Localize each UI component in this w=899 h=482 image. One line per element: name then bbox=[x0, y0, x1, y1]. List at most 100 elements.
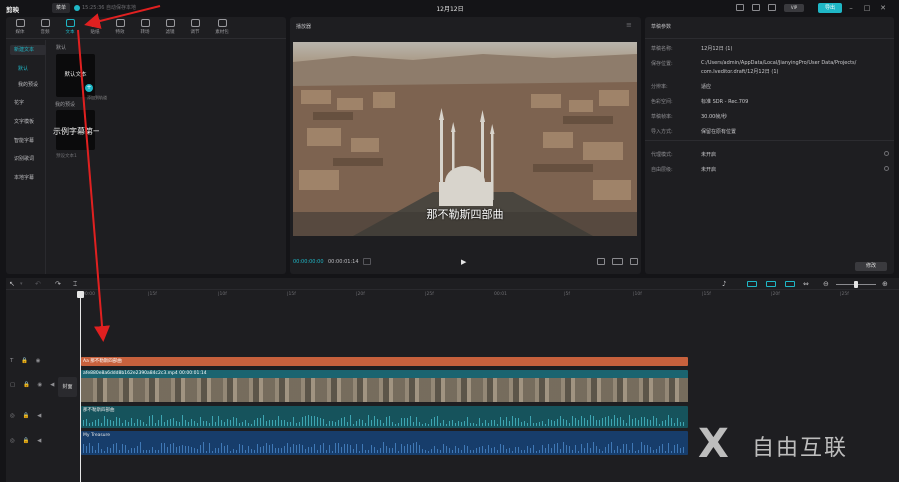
link-audio-icon[interactable] bbox=[785, 281, 795, 287]
zoom-out-icon[interactable]: ⊖ bbox=[823, 280, 829, 288]
close-icon[interactable]: ✕ bbox=[878, 3, 888, 13]
waveform-bar bbox=[497, 423, 498, 426]
waveform-bar bbox=[584, 448, 585, 453]
waveform-bar bbox=[632, 419, 633, 426]
waveform-bar bbox=[203, 442, 204, 453]
waveform-bar bbox=[464, 421, 465, 426]
help-icon[interactable] bbox=[884, 151, 889, 156]
settings-icon[interactable] bbox=[768, 4, 776, 11]
waveform-bar bbox=[260, 447, 261, 453]
side-item-fancy-text[interactable]: 花字 bbox=[10, 98, 46, 108]
vip-badge[interactable]: VIP bbox=[784, 4, 804, 12]
preview-axis-icon[interactable]: ⇔ bbox=[803, 280, 809, 288]
tab-adjust[interactable]: 调节 bbox=[184, 17, 206, 39]
waveform-bar bbox=[263, 415, 264, 426]
waveform-bar bbox=[140, 442, 141, 453]
tab-filter[interactable]: 滤镜 bbox=[159, 17, 181, 39]
playhead-handle[interactable] bbox=[77, 291, 84, 298]
tab-media[interactable]: 媒体 bbox=[9, 17, 31, 39]
tab-audio[interactable]: 音频 bbox=[34, 17, 56, 39]
video-track-controls[interactable]: ▢ 🔒 ◉ ◀ bbox=[10, 382, 57, 388]
menu-button[interactable]: 菜单 bbox=[52, 3, 70, 13]
tab-effects[interactable]: 特效 bbox=[109, 17, 131, 39]
side-item-my-presets[interactable]: 我的预设 bbox=[10, 80, 46, 90]
waveform-bar bbox=[299, 421, 300, 426]
tab-package[interactable]: 素材包 bbox=[211, 17, 233, 39]
tab-transition[interactable]: 转场 bbox=[134, 17, 156, 39]
player-menu-icon[interactable]: ≡ bbox=[626, 21, 632, 29]
waveform-bar bbox=[488, 423, 489, 426]
play-icon[interactable]: ▶ bbox=[461, 258, 469, 266]
video-subtitle[interactable]: 那不勒斯四部曲 bbox=[293, 206, 637, 222]
adjust-icon bbox=[190, 19, 200, 27]
waveform-bar bbox=[206, 450, 207, 453]
edit-draft-button[interactable]: 修改 bbox=[855, 262, 887, 271]
waveform-bar bbox=[101, 423, 102, 426]
select-cursor-icon[interactable]: ↖ bbox=[9, 280, 15, 288]
waveform-bar bbox=[107, 447, 108, 453]
fullscreen-icon[interactable] bbox=[630, 258, 638, 265]
waveform-bar bbox=[356, 444, 357, 453]
maximize-icon[interactable]: □ bbox=[862, 3, 872, 13]
waveform-bar bbox=[560, 415, 561, 426]
waveform-bar bbox=[482, 423, 483, 426]
text-clip[interactable] bbox=[81, 357, 688, 366]
waveform-bar bbox=[551, 420, 552, 426]
waveform-bar bbox=[593, 416, 594, 426]
waveform-bar bbox=[281, 448, 282, 453]
zoom-in-icon[interactable]: ⊕ bbox=[882, 280, 888, 288]
side-item-default[interactable]: 默认 bbox=[10, 64, 46, 74]
draft-key-location: 保存位置: bbox=[651, 61, 673, 67]
export-button[interactable]: 导出 bbox=[818, 3, 842, 13]
tab-sticker[interactable]: 贴纸 bbox=[84, 17, 106, 39]
waveform-bar bbox=[422, 423, 423, 426]
draft-value-proxy: 未开启 bbox=[701, 152, 717, 158]
waveform-bar bbox=[452, 419, 453, 426]
playhead[interactable] bbox=[80, 291, 81, 482]
autosave-status: 15:25:36 自动保存本地 bbox=[82, 5, 137, 11]
waveform-bar bbox=[95, 420, 96, 426]
minimize-icon[interactable]: – bbox=[846, 3, 856, 13]
waveform-bar bbox=[353, 448, 354, 453]
app-logo: 剪映 bbox=[6, 6, 19, 14]
side-item-lyrics[interactable]: 识别歌词 bbox=[10, 154, 46, 164]
zoom-slider-handle[interactable] bbox=[854, 281, 858, 288]
fit-screen-icon[interactable] bbox=[597, 258, 605, 265]
ruler-tick: |15f bbox=[148, 292, 157, 297]
waveform-bar bbox=[563, 442, 564, 453]
timeline-view-icon[interactable] bbox=[363, 258, 371, 265]
help-icon[interactable] bbox=[884, 166, 889, 171]
waveform-bar bbox=[332, 450, 333, 453]
layout-icon[interactable] bbox=[736, 4, 744, 11]
split-icon[interactable]: ⌶ bbox=[73, 280, 77, 288]
audio-clip-2-label: My Treasure bbox=[83, 433, 111, 438]
waveform-bar bbox=[185, 420, 186, 426]
waveform-bar bbox=[665, 450, 666, 453]
shortcuts-icon[interactable] bbox=[752, 4, 760, 11]
side-item-smart-subtitle[interactable]: 智能字幕 bbox=[10, 136, 46, 146]
microphone-icon[interactable]: ♪ bbox=[722, 280, 726, 288]
waveform-bar bbox=[416, 442, 417, 453]
tab-text[interactable]: 文本 bbox=[59, 17, 81, 39]
auto-snap-icon[interactable] bbox=[766, 281, 776, 287]
waveform-bar bbox=[494, 446, 495, 453]
waveform-bar bbox=[143, 422, 144, 426]
undo-icon[interactable]: ↶ bbox=[35, 280, 41, 288]
side-item-local-subtitle[interactable]: 本地字幕 bbox=[10, 173, 46, 183]
waveform-bar bbox=[281, 419, 282, 426]
waveform-bar bbox=[659, 423, 660, 426]
link-main-track-icon[interactable] bbox=[747, 281, 757, 287]
add-text-icon[interactable]: + bbox=[85, 84, 93, 92]
text-track-controls[interactable]: T 🔒 ◉ bbox=[10, 358, 44, 364]
cover-button[interactable]: 封面 bbox=[58, 377, 77, 397]
audio-track-1-controls[interactable]: ◎ 🔒 ◀ bbox=[10, 413, 44, 419]
side-item-new-text[interactable]: 新建文本 bbox=[10, 45, 46, 55]
audio-clip-1[interactable] bbox=[81, 406, 688, 428]
audio-track-2-controls[interactable]: ◎ 🔒 ◀ bbox=[10, 438, 44, 444]
select-dropdown-icon[interactable]: ▾ bbox=[20, 280, 23, 288]
aspect-ratio-icon[interactable] bbox=[612, 258, 623, 265]
waveform-bar bbox=[569, 445, 570, 453]
side-item-text-template[interactable]: 文字模板 bbox=[10, 117, 46, 127]
redo-icon[interactable]: ↷ bbox=[55, 280, 61, 288]
audio-clip-2[interactable] bbox=[81, 431, 688, 455]
